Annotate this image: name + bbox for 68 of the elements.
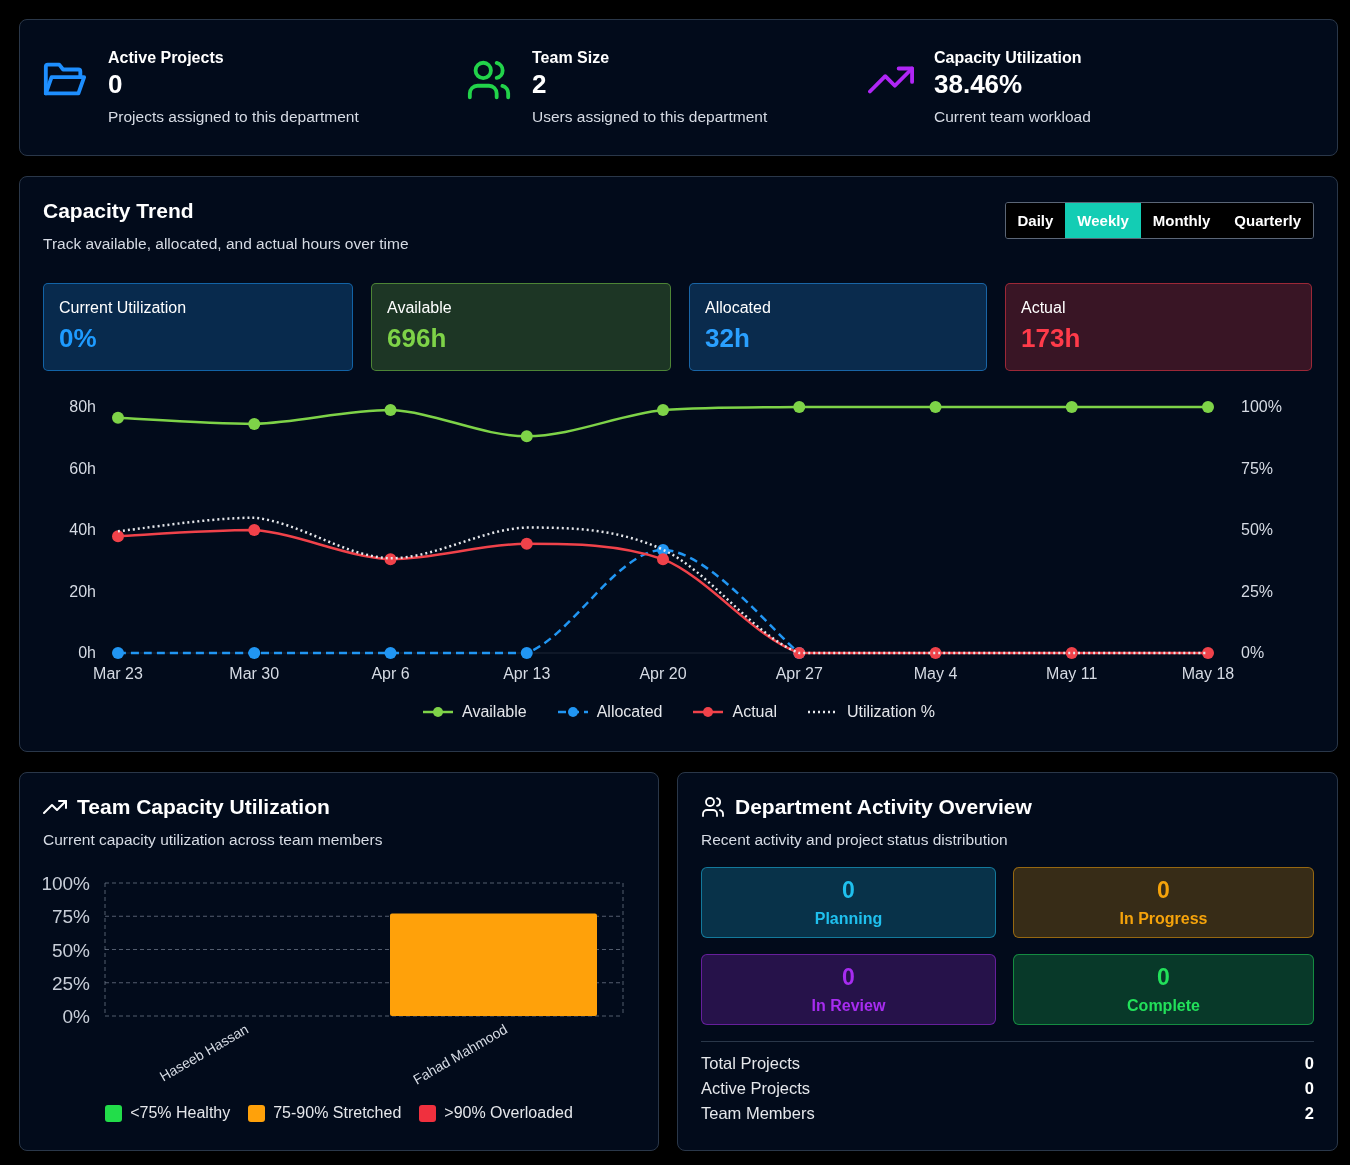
stat-label: Active Projects: [108, 49, 225, 67]
axis-label: 25%: [51, 972, 90, 994]
legend-label: Actual: [732, 703, 777, 721]
axis-label: 80h: [69, 398, 96, 415]
card-subtitle: Current capacity utilization across team members: [43, 831, 384, 849]
axis-label: May 4: [913, 665, 958, 682]
axis-label: 0%: [62, 1006, 90, 1027]
status-count: 0: [842, 877, 855, 904]
axis-label: Apr 27: [775, 665, 823, 682]
legend-label: <75% Healthy: [130, 1104, 231, 1122]
axis-label: 40h: [69, 521, 96, 538]
summary-value: 0: [1304, 1079, 1314, 1099]
metric-label: Actual: [1021, 299, 1067, 317]
status-count: 0: [1157, 877, 1170, 904]
card-title: Department Activity Overview: [735, 795, 1032, 819]
axis-label: May 18: [1181, 665, 1235, 682]
axis-label: 50%: [1241, 521, 1274, 538]
stat-label: Capacity Utilization: [934, 49, 1083, 67]
legend-label: Allocated: [596, 703, 663, 721]
card-subtitle: Track available, allocated, and actual hours over time: [43, 235, 409, 253]
stat-value: 0: [108, 69, 124, 100]
status-label: In Review: [811, 997, 886, 1015]
card-title: Capacity Trend: [43, 199, 195, 223]
status-label: In Progress: [1119, 910, 1208, 928]
metric-value: 173h: [1021, 323, 1082, 354]
axis-label: 60h: [69, 459, 96, 477]
legend-label: >90% Overloaded: [444, 1104, 573, 1122]
stat-caption: Current team workload: [934, 108, 1091, 126]
stat-value: 2: [532, 69, 548, 100]
axis-label: May 11: [1046, 665, 1098, 682]
axis-label: 75%: [51, 906, 90, 928]
summary-label: Team Members: [701, 1104, 815, 1124]
axis-label: 50%: [51, 939, 90, 961]
axis-label: Mar 30: [229, 665, 280, 682]
metric-label: Available: [387, 299, 453, 317]
status-count: 0: [1157, 964, 1170, 991]
axis-label: 25%: [1241, 582, 1274, 600]
metric-value: 32h: [705, 323, 751, 354]
status-count: 0: [842, 964, 855, 991]
axis-label: Apr 6: [371, 665, 410, 682]
axis-label: 75%: [1241, 459, 1274, 477]
axis-label: 0%: [1241, 644, 1265, 661]
axis-label: 0h: [78, 644, 96, 661]
legend-label: 75-90% Stretched: [273, 1104, 402, 1122]
stat-caption: Users assigned to this department: [532, 108, 768, 126]
metric-value: 0%: [59, 323, 98, 354]
axis-label: 20h: [69, 582, 96, 600]
axis-label: 100%: [41, 873, 90, 894]
summary-label: Active Projects: [701, 1079, 811, 1099]
legend-label: Utilization %: [846, 703, 935, 721]
card-title: Team Capacity Utilization: [77, 795, 330, 819]
card-subtitle: Recent activity and project status distribution: [701, 831, 1009, 849]
axis-label: Apr 20: [639, 665, 687, 682]
metric-label: Allocated: [705, 299, 772, 317]
axis-label: Mar 23: [93, 665, 143, 682]
metric-label: Current Utilization: [59, 299, 188, 317]
axis-label: Apr 13: [503, 665, 551, 682]
summary-value: 2: [1304, 1104, 1314, 1124]
summary-value: 0: [1304, 1054, 1314, 1074]
axis-label: 100%: [1241, 398, 1282, 415]
metric-value: 696h: [387, 323, 448, 354]
status-label: Complete: [1127, 997, 1200, 1015]
status-label: Planning: [814, 910, 883, 928]
stat-value: 38.46%: [934, 69, 1024, 100]
legend-label: Available: [462, 703, 527, 721]
stat-label: Team Size: [532, 49, 611, 67]
summary-label: Total Projects: [701, 1054, 801, 1074]
stat-caption: Projects assigned to this department: [108, 108, 359, 126]
